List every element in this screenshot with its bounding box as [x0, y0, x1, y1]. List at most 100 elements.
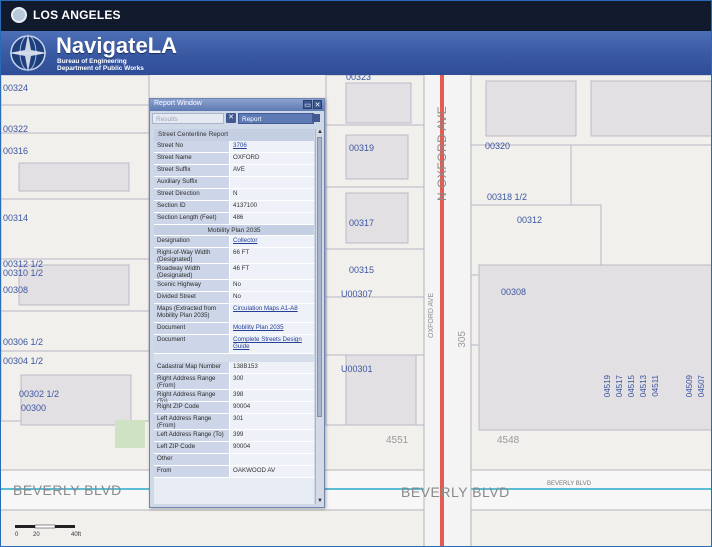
report-gap [154, 354, 314, 362]
address-label: 00304 1/2 [3, 356, 44, 366]
address-label: 00324 [3, 83, 29, 93]
report-window-title: Report Window [154, 100, 202, 107]
report-row: Divided Street No [154, 292, 314, 304]
app-frame: LOS ANGELES NavigateLA Bureau of Enginee… [0, 0, 712, 547]
lot-number: 305 [457, 331, 468, 348]
report-row-value: OXFORD [230, 153, 314, 164]
address-label: 00320 [485, 141, 511, 151]
report-rows-mobility: Designation Collector Right-of-Way Width (… [154, 236, 314, 354]
scroll-thumb[interactable] [317, 137, 322, 417]
vertical-address-label: 04509 [685, 375, 694, 398]
report-row-value [230, 454, 314, 465]
report-row-label: Other [154, 454, 230, 465]
report-row-link[interactable]: Collector [230, 236, 314, 247]
restore-icon[interactable]: ▭ [303, 100, 312, 109]
report-row-label: Street Direction [154, 189, 230, 200]
report-row-label: Roadway Width (Designated) [154, 264, 230, 279]
address-label: 00316 [3, 146, 29, 156]
address-label: 00310 1/2 [3, 268, 44, 278]
report-row-label: Left Address Range (To) [154, 430, 230, 441]
report-row-value: 90004 [230, 442, 314, 453]
report-row: Document Complete Streets Design Guide [154, 335, 314, 354]
minimize-icon[interactable] [312, 114, 320, 122]
close-icon[interactable]: ✕ [313, 100, 322, 109]
vertical-address-label: 04511 [651, 375, 660, 397]
report-scrollbar[interactable]: ▲ ▼ [315, 129, 323, 504]
report-row-link[interactable]: 3706 [230, 141, 314, 152]
address-label: 00306 1/2 [3, 337, 44, 347]
vertical-address-label: 04507 [697, 375, 706, 398]
vertical-address-label: 04515 [627, 375, 636, 398]
report-row-link[interactable]: Complete Streets Design Guide [230, 335, 314, 353]
report-rows-address: Cadastral Map Number 138B153 Right Address… [154, 362, 314, 478]
report-row-value [230, 177, 314, 188]
vertical-address-label: 04517 [615, 375, 624, 398]
scale-bar: 0 20 40ft [15, 519, 95, 539]
globe-logo-icon [9, 34, 47, 72]
report-row-label: Section Length (Feet) [154, 213, 230, 224]
report-row-value: AVE [230, 165, 314, 176]
report-row-label: Document [154, 335, 230, 353]
report-tabs: Results ✕ Report [152, 112, 322, 126]
scale-label: 20 [33, 532, 40, 538]
report-section-title: Mobility Plan 2035 [154, 225, 314, 236]
report-row: Section ID 4137100 [154, 201, 314, 213]
tab-results[interactable]: Results [152, 113, 224, 124]
report-row: Right Address Range (From) 300 [154, 374, 314, 390]
report-row-label: Right ZIP Code [154, 402, 230, 413]
report-window[interactable]: Report Window ▭ ✕ Results ✕ Report Stree… [149, 98, 325, 508]
tab-report[interactable]: Report [238, 113, 314, 124]
report-row: Cadastral Map Number 138B153 [154, 362, 314, 374]
vertical-address-label: 04519 [603, 375, 612, 398]
address-label: 00322 [3, 124, 29, 134]
city-seal-icon [11, 7, 27, 23]
street-label-oxford-small: OXFORD AVE [428, 293, 435, 338]
report-row-value: 301 [230, 414, 314, 429]
bureau-line-1: Bureau of Engineering [57, 58, 127, 65]
address-label: U00301 [341, 364, 373, 374]
report-row: Right Address Range (To) 398 [154, 390, 314, 404]
app-banner: NavigateLA Bureau of Engineering Departm… [1, 31, 711, 75]
street-label-oxford: N OXFORD AVE [435, 105, 449, 201]
address-label: 00317 [349, 218, 375, 228]
report-row-value: 300 [230, 374, 314, 389]
vertical-address-label: 04513 [639, 375, 648, 398]
scroll-up-icon[interactable]: ▲ [317, 129, 323, 135]
report-row-link[interactable]: Mobility Plan 2035 [230, 323, 314, 334]
address-label: 00318 1/2 [487, 192, 528, 202]
report-row-label: Scenic Highway [154, 280, 230, 291]
lot-number: 4551 [386, 435, 409, 446]
street-label-beverly-west: BEVERLY BLVD [13, 482, 122, 498]
report-row-link[interactable]: Circulation Maps A1-A8 [230, 304, 314, 322]
scroll-down-icon[interactable]: ▼ [317, 498, 323, 504]
report-row: Left ZIP Code 90004 [154, 442, 314, 454]
city-name: LOS ANGELES [33, 8, 121, 22]
address-label: 00308 [501, 287, 527, 297]
lot-number: 4548 [497, 435, 520, 446]
city-header-bar: LOS ANGELES [1, 1, 711, 31]
report-window-titlebar[interactable]: Report Window ▭ ✕ [150, 99, 324, 111]
report-row-label: Left Address Range (From) [154, 414, 230, 429]
address-label: 00323 [346, 75, 372, 82]
report-row: Left Address Range (From) 301 [154, 414, 314, 430]
report-row-value: N [230, 189, 314, 200]
address-label: 00300 [21, 403, 47, 413]
report-row: Designation Collector [154, 236, 314, 248]
report-row-label: Designation [154, 236, 230, 247]
report-row: Section Length (Feet) 486 [154, 213, 314, 225]
address-label: 00308 [3, 285, 29, 295]
close-results-icon[interactable]: ✕ [226, 113, 236, 123]
address-label: 00312 [517, 215, 543, 225]
report-row: Scenic Highway No [154, 280, 314, 292]
report-row-value: No [230, 280, 314, 291]
report-row: Document Mobility Plan 2035 [154, 323, 314, 335]
app-title: NavigateLA [56, 33, 178, 58]
report-row-value: OAKWOOD AV [230, 466, 314, 477]
report-header: Street Centerline Report [154, 129, 314, 141]
address-label: 00302 1/2 [19, 389, 60, 399]
map-canvas[interactable]: 00324 00322 00316 00314 00312 1/2 00310 … [1, 75, 711, 546]
bureau-text: Bureau of Engineering Department of Publ… [57, 58, 144, 72]
report-row-value: 486 [230, 213, 314, 224]
report-row-label: Section ID [154, 201, 230, 212]
report-row-label: Street Name [154, 153, 230, 164]
